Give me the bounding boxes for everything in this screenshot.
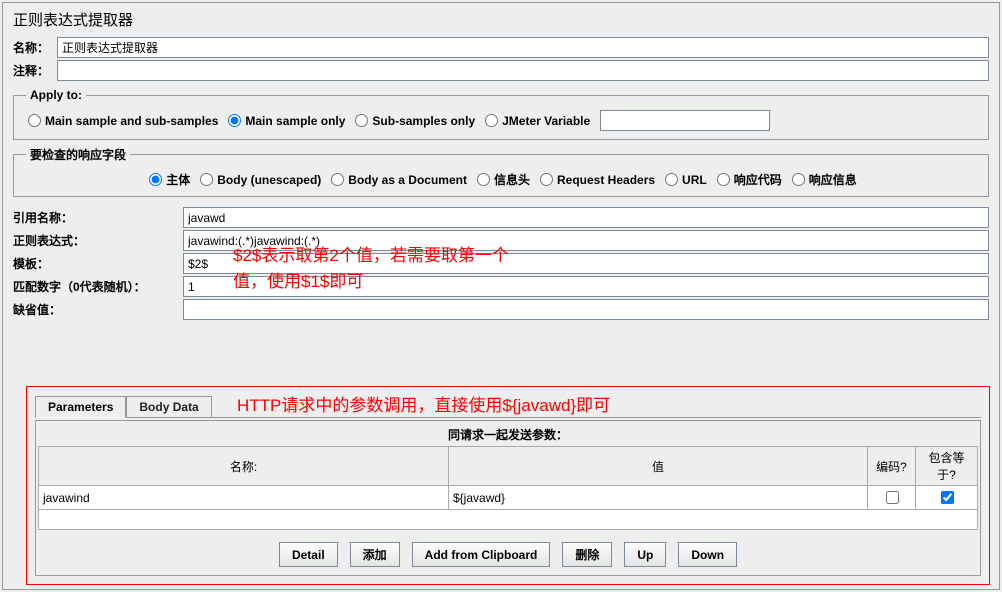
check-body-unescaped-input[interactable]	[200, 173, 213, 186]
http-params-section: Parameters Body Data HTTP请求中的参数调用，直接使用${…	[26, 386, 990, 585]
regex-extractor-panel: 正则表达式提取器 名称： 注释： Apply to: Main sample a…	[2, 2, 1000, 590]
param-name-cell[interactable]: javawind	[39, 486, 449, 510]
comment-row: 注释：	[3, 59, 999, 82]
apply-main-sub-radio[interactable]: Main sample and sub-samples	[28, 114, 218, 128]
default-input[interactable]	[183, 299, 989, 320]
param-encode-check[interactable]	[886, 491, 899, 504]
check-url-input[interactable]	[665, 173, 678, 186]
apply-jmeter-var-label: JMeter Variable	[502, 114, 590, 128]
param-value-cell[interactable]: ${javawd}	[449, 486, 868, 510]
template-input[interactable]	[183, 253, 989, 274]
template-label: 模板：	[13, 255, 183, 272]
check-body-label: 主体	[166, 171, 190, 188]
params-tabs: Parameters Body Data	[35, 395, 981, 418]
apply-sub-only-label: Sub-samples only	[372, 114, 475, 128]
apply-to-legend: Apply to:	[26, 88, 86, 102]
apply-jmeter-var-radio[interactable]: JMeter Variable	[485, 114, 590, 128]
apply-to-row: Main sample and sub-samples Main sample …	[26, 108, 980, 133]
col-name: 名称:	[39, 447, 449, 486]
check-req-headers-radio[interactable]: Request Headers	[540, 173, 655, 187]
check-message-radio[interactable]: 响应信息	[792, 171, 857, 188]
check-body-radio[interactable]: 主体	[149, 171, 190, 188]
tab-body-data[interactable]: Body Data	[126, 396, 211, 418]
check-req-headers-label: Request Headers	[557, 173, 655, 187]
name-label: 名称：	[13, 39, 51, 56]
jmeter-variable-input[interactable]	[600, 110, 770, 131]
default-label: 缺省值：	[13, 301, 183, 318]
check-message-label: 响应信息	[809, 171, 857, 188]
apply-sub-only-radio[interactable]: Sub-samples only	[355, 114, 475, 128]
check-body-unescaped-radio[interactable]: Body (unescaped)	[200, 173, 321, 187]
ref-name-input[interactable]	[183, 207, 989, 228]
name-input[interactable]	[57, 37, 989, 58]
check-headers-info-label: 信息头	[494, 171, 530, 188]
panel-title: 正则表达式提取器	[3, 3, 999, 36]
comment-label: 注释：	[13, 62, 51, 79]
param-eq-cell[interactable]	[916, 486, 978, 510]
check-url-label: URL	[682, 173, 707, 187]
name-row: 名称：	[3, 36, 999, 59]
regex-input[interactable]	[183, 230, 989, 251]
tab-parameters[interactable]: Parameters	[35, 396, 126, 418]
apply-jmeter-var-input[interactable]	[485, 114, 498, 127]
check-code-label: 响应代码	[734, 171, 782, 188]
check-headers-info-input[interactable]	[477, 173, 490, 186]
param-eq-check[interactable]	[941, 491, 954, 504]
check-body-input[interactable]	[149, 173, 162, 186]
table-row[interactable]: javawind ${javawd}	[39, 486, 978, 510]
col-eq: 包含等于?	[916, 447, 978, 486]
col-encode: 编码?	[868, 447, 916, 486]
param-encode-cell[interactable]	[868, 486, 916, 510]
apply-main-only-radio[interactable]: Main sample only	[228, 114, 345, 128]
delete-button[interactable]: 删除	[562, 542, 612, 567]
check-url-radio[interactable]: URL	[665, 173, 707, 187]
add-button[interactable]: 添加	[350, 542, 400, 567]
check-code-input[interactable]	[717, 173, 730, 186]
col-value: 值	[449, 447, 868, 486]
check-body-unescaped-label: Body (unescaped)	[217, 173, 321, 187]
check-body-doc-label: Body as a Document	[348, 173, 467, 187]
down-button[interactable]: Down	[678, 542, 737, 567]
regex-label: 正则表达式：	[13, 232, 183, 249]
extractor-fields: 引用名称： 正则表达式： 模板： 匹配数字（0代表随机）： 缺省值： $2$表示…	[3, 203, 999, 320]
check-body-doc-radio[interactable]: Body as a Document	[331, 173, 467, 187]
ref-name-label: 引用名称：	[13, 209, 183, 226]
apply-main-sub-input[interactable]	[28, 114, 41, 127]
detail-button[interactable]: Detail	[279, 542, 338, 567]
check-field-legend: 要检查的响应字段	[26, 146, 130, 163]
apply-to-fieldset: Apply to: Main sample and sub-samples Ma…	[13, 88, 989, 140]
comment-input[interactable]	[57, 60, 989, 81]
apply-main-only-label: Main sample only	[245, 114, 345, 128]
add-from-clipboard-button[interactable]: Add from Clipboard	[412, 542, 551, 567]
apply-main-sub-label: Main sample and sub-samples	[45, 114, 218, 128]
params-buttons: Detail 添加 Add from Clipboard 删除 Up Down	[38, 530, 978, 573]
check-field-row: 主体 Body (unescaped) Body as a Document 信…	[26, 169, 980, 190]
check-message-input[interactable]	[792, 173, 805, 186]
up-button[interactable]: Up	[624, 542, 666, 567]
check-req-headers-input[interactable]	[540, 173, 553, 186]
matchno-input[interactable]	[183, 276, 989, 297]
apply-main-only-input[interactable]	[228, 114, 241, 127]
params-table: 名称: 值 编码? 包含等于? javawind ${javawd}	[38, 446, 978, 530]
apply-sub-only-input[interactable]	[355, 114, 368, 127]
check-field-fieldset: 要检查的响应字段 主体 Body (unescaped) Body as a D…	[13, 146, 989, 197]
params-panel: 同请求一起发送参数： 名称: 值 编码? 包含等于? javawind ${ja…	[35, 420, 981, 576]
matchno-label: 匹配数字（0代表随机）：	[13, 278, 183, 295]
check-body-doc-input[interactable]	[331, 173, 344, 186]
check-code-radio[interactable]: 响应代码	[717, 171, 782, 188]
check-headers-info-radio[interactable]: 信息头	[477, 171, 530, 188]
table-empty-row	[39, 510, 978, 530]
params-title: 同请求一起发送参数：	[38, 423, 978, 446]
